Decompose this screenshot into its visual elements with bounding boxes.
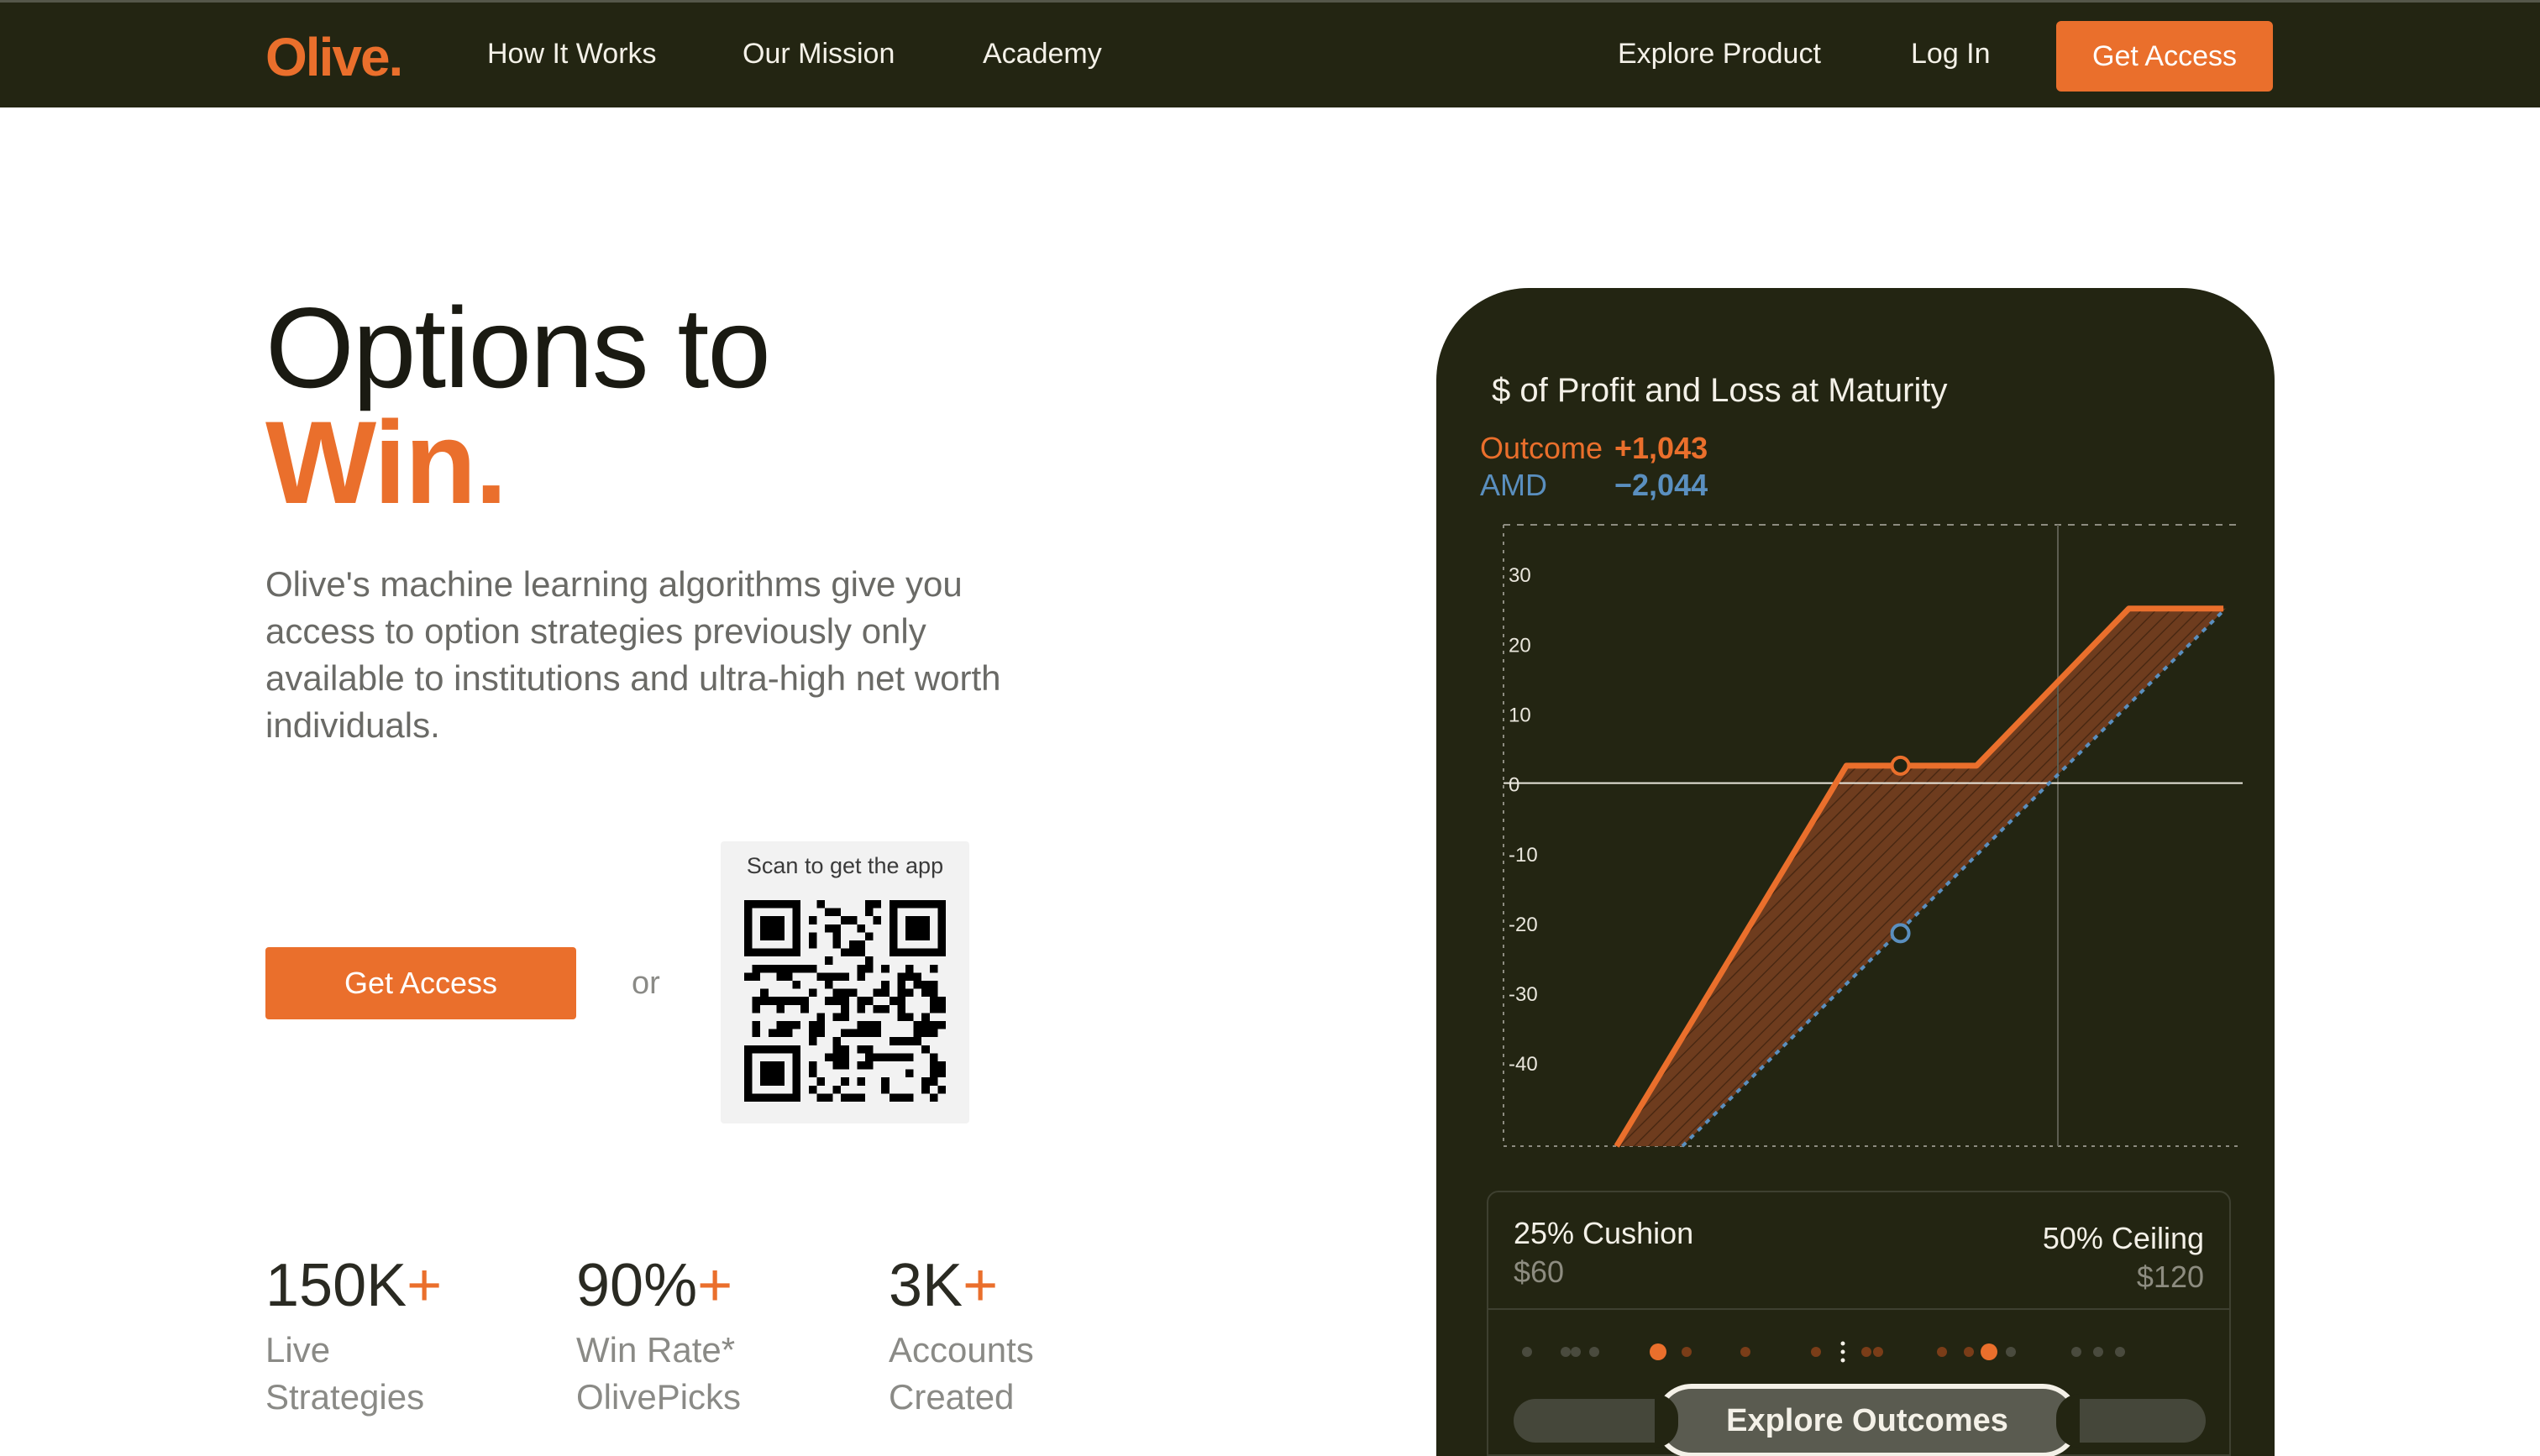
nav-link-academy[interactable]: Academy <box>983 38 1102 71</box>
outcome-dots-indicator <box>1522 1341 2125 1363</box>
outcome-amd-area <box>1616 608 2226 1146</box>
stat-win-rate: 90%+ Win Rate* OlivePicks <box>576 1251 741 1421</box>
y-tick-label: 30 <box>1509 564 1531 587</box>
hero-title-line1: Options to <box>265 284 771 411</box>
nav-link-our-mission[interactable]: Our Mission <box>743 38 895 71</box>
stat-live-strategies: 150K+ Live Strategies <box>265 1251 442 1421</box>
chart-title: $ of Profit and Loss at Maturity <box>1492 372 1948 409</box>
ceiling-label: 50% Ceiling <box>2042 1221 2204 1255</box>
stat-label: Accounts Created <box>889 1330 1034 1417</box>
hero-description: Olive's machine learning algorithms give… <box>265 564 1001 745</box>
y-tick-label: -20 <box>1509 914 1538 936</box>
nav-get-access-button[interactable]: Get Access <box>2056 21 2273 92</box>
pnl-chart[interactable]: 30 20 10 0 -10 -20 -30 -40 <box>1487 523 2243 1161</box>
marker-outcome <box>1890 755 1911 776</box>
stat-number: 150K+ <box>265 1252 443 1319</box>
hero-title-line2: Win. <box>265 396 507 528</box>
stat-label: Live Strategies <box>265 1330 425 1417</box>
outcome-controls: 25% Cushion $60 50% Ceiling $120 Explore… <box>1487 1191 2231 1456</box>
y-tick-label: 20 <box>1509 634 1531 657</box>
nav-link-how-it-works[interactable]: How It Works <box>487 38 657 71</box>
legend-outcome: Outcome +1,043 <box>1480 431 1708 465</box>
y-tick-label: 10 <box>1509 704 1531 726</box>
olive-logo[interactable]: Olive. <box>265 26 403 88</box>
qr-caption: Scan to get the app <box>746 853 944 878</box>
explore-outcomes-button[interactable]: Explore Outcomes <box>1655 1384 2080 1456</box>
pnl-chart-card: $ of Profit and Loss at Maturity Outcome… <box>1436 288 2275 1456</box>
stat-accounts-created: 3K+ Accounts Created <box>889 1251 1034 1421</box>
qr-code-icon[interactable] <box>744 900 946 1102</box>
cushion-value: $60 <box>1514 1254 1565 1289</box>
or-separator: or <box>632 966 660 1001</box>
y-tick-label: 0 <box>1509 774 1519 797</box>
hero-get-access-button[interactable]: Get Access <box>265 947 576 1019</box>
stat-number: 3K+ <box>889 1252 999 1319</box>
stat-label: Win Rate* OlivePicks <box>576 1330 742 1417</box>
qr-card: Scan to get the app <box>721 841 969 1123</box>
stat-number: 90%+ <box>576 1252 733 1319</box>
top-navigation: Olive. How It Works Our Mission Academy … <box>0 0 2540 107</box>
legend-amd: AMD −2,044 <box>1480 468 1708 502</box>
y-tick-label: -40 <box>1509 1053 1538 1076</box>
controls-divider <box>1488 1308 2229 1310</box>
marker-amd <box>1890 923 1911 944</box>
ceiling-value: $120 <box>2136 1260 2204 1294</box>
y-tick-label: -10 <box>1509 844 1538 867</box>
y-tick-label: -30 <box>1509 983 1538 1006</box>
cushion-label: 25% Cushion <box>1514 1216 1694 1250</box>
nav-link-explore-product[interactable]: Explore Product <box>1618 38 1821 71</box>
nav-link-log-in[interactable]: Log In <box>1911 38 1991 71</box>
